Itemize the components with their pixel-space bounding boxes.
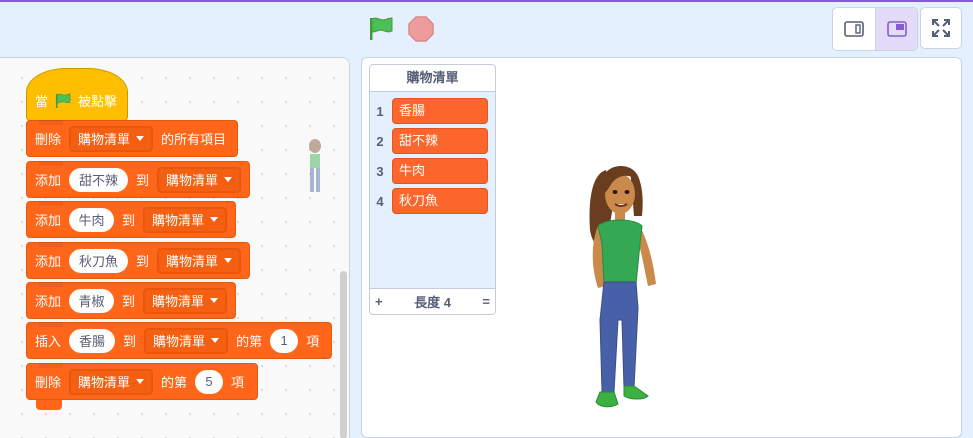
list-monitor[interactable]: 購物清單 1 香腸 2 甜不辣 3 牛肉 4 秋刀魚 + 長度 4 = <box>369 64 496 315</box>
list-item-index: 3 <box>376 163 384 179</box>
item-input[interactable]: 香腸 <box>69 328 116 353</box>
sprite-thumbnail-icon <box>309 139 321 192</box>
normal-stage-button[interactable] <box>875 8 917 50</box>
list-dropdown-label: 購物清單 <box>78 375 131 390</box>
list-item-value[interactable]: 秋刀魚 <box>392 188 488 214</box>
small-stage-icon <box>844 21 864 37</box>
list-monitor-footer: + 長度 4 = <box>370 288 495 314</box>
block-unit-label: 項 <box>231 375 245 390</box>
stage-size-toggle <box>832 7 918 51</box>
chevron-down-icon <box>211 338 220 343</box>
workspace-scrollbar[interactable] <box>340 271 347 438</box>
list-item-value[interactable]: 香腸 <box>392 98 488 124</box>
stage[interactable]: 購物清單 1 香腸 2 甜不辣 3 牛肉 4 秋刀魚 + 長度 4 = <box>361 57 962 438</box>
list-item-index: 2 <box>376 133 384 149</box>
green-flag-button[interactable] <box>366 14 396 44</box>
list-dropdown-label: 購物清單 <box>151 213 204 228</box>
block-op-label: 添加 <box>35 294 62 309</box>
block-to-label: 到 <box>121 294 135 309</box>
top-accent-bar <box>0 0 973 2</box>
add-to-list-block[interactable]: 添加 甜不辣 到 購物清單 <box>26 161 250 198</box>
list-length-label: 長度 <box>414 295 441 310</box>
fullscreen-button[interactable] <box>920 7 962 49</box>
block-stack-foot <box>36 400 62 410</box>
list-item-value[interactable]: 牛肉 <box>392 158 488 184</box>
list-item: 4 秋刀魚 <box>370 186 495 216</box>
block-at-label: 的第 <box>236 334 263 349</box>
item-input[interactable]: 青椒 <box>69 288 114 313</box>
when-flag-clicked-block[interactable]: 當 被點擊 <box>26 68 128 121</box>
list-item: 1 香腸 <box>370 96 495 126</box>
fullscreen-icon <box>932 19 950 37</box>
sprite-character[interactable] <box>584 160 668 416</box>
item-input[interactable]: 秋刀魚 <box>69 248 128 273</box>
list-item: 2 甜不辣 <box>370 126 495 156</box>
delete-at-block[interactable]: 刪除 購物清單 的第 5 項 <box>26 363 258 400</box>
item-input[interactable]: 甜不辣 <box>69 167 128 192</box>
hat-clicked-label: 被點擊 <box>78 94 118 109</box>
block-op-label: 添加 <box>35 254 62 269</box>
list-length: 長度 4 <box>414 292 451 311</box>
stop-icon <box>408 16 434 42</box>
delete-all-block[interactable]: 刪除 購物清單 的所有項目 <box>26 120 238 157</box>
block-unit-label: 項 <box>306 334 320 349</box>
chevron-down-icon <box>136 136 145 141</box>
small-stage-button[interactable] <box>833 8 875 50</box>
block-op-label: 插入 <box>35 334 62 349</box>
green-flag-icon <box>370 17 393 40</box>
list-dropdown[interactable]: 購物清單 <box>156 247 241 274</box>
resize-handle[interactable]: = <box>482 294 490 309</box>
index-input[interactable]: 1 <box>270 328 299 353</box>
list-monitor-title: 購物清單 <box>370 65 495 92</box>
chevron-down-icon <box>210 298 218 303</box>
stop-button[interactable] <box>406 14 436 44</box>
block-to-label: 到 <box>135 254 149 269</box>
list-item: 3 牛肉 <box>370 156 495 186</box>
index-input[interactable]: 5 <box>195 369 224 394</box>
list-dropdown[interactable]: 購物清單 <box>69 368 154 395</box>
list-item-value[interactable]: 甜不辣 <box>392 128 488 154</box>
add-item-button[interactable]: + <box>375 294 383 309</box>
hat-when-label: 當 <box>35 94 49 109</box>
list-item-index: 4 <box>376 193 384 209</box>
block-to-label: 到 <box>135 173 149 188</box>
chevron-down-icon <box>224 258 232 263</box>
chevron-down-icon <box>210 217 218 222</box>
add-to-list-block[interactable]: 添加 秋刀魚 到 購物清單 <box>26 242 250 279</box>
list-dropdown-label: 購物清單 <box>153 334 206 349</box>
list-dropdown[interactable]: 購物清單 <box>144 327 229 354</box>
chevron-down-icon <box>224 177 232 182</box>
add-to-list-block[interactable]: 添加 青椒 到 購物清單 <box>26 282 236 319</box>
normal-stage-icon <box>886 21 907 37</box>
block-op-label: 添加 <box>35 213 62 228</box>
item-input[interactable]: 牛肉 <box>69 207 114 232</box>
block-to-label: 到 <box>123 334 137 349</box>
list-length-value: 4 <box>443 295 451 310</box>
block-op-label: 刪除 <box>35 132 62 147</box>
block-suffix-label: 的所有項目 <box>161 132 227 147</box>
chevron-down-icon <box>136 379 145 384</box>
list-dropdown[interactable]: 購物清單 <box>142 206 227 233</box>
block-op-label: 刪除 <box>35 375 62 390</box>
list-dropdown-label: 購物清單 <box>165 173 218 188</box>
list-dropdown-label: 購物清單 <box>151 294 204 309</box>
add-to-list-block[interactable]: 添加 牛肉 到 購物清單 <box>26 201 236 238</box>
list-dropdown[interactable]: 購物清單 <box>156 166 241 193</box>
list-dropdown-label: 購物清單 <box>78 132 131 147</box>
list-dropdown[interactable]: 購物清單 <box>142 287 227 314</box>
block-at-label: 的第 <box>161 375 188 390</box>
block-op-label: 添加 <box>35 173 62 188</box>
insert-at-block[interactable]: 插入 香腸 到 購物清單 的第 1 項 <box>26 322 332 359</box>
list-dropdown[interactable]: 購物清單 <box>69 125 154 152</box>
list-item-index: 1 <box>376 103 384 119</box>
green-flag-icon <box>55 93 71 108</box>
block-to-label: 到 <box>121 213 135 228</box>
list-dropdown-label: 購物清單 <box>165 254 218 269</box>
